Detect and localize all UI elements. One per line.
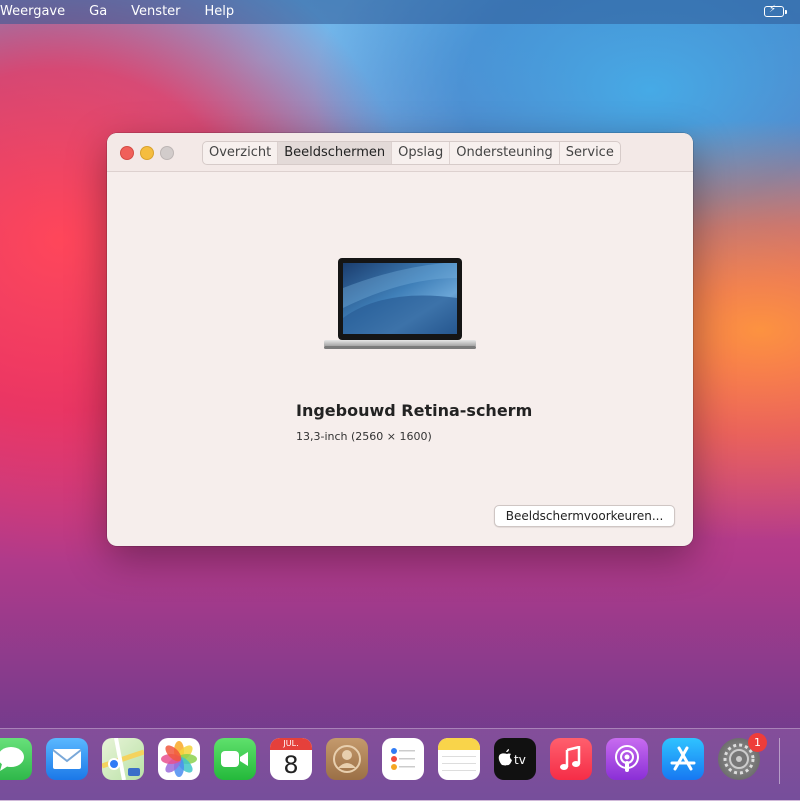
- photos-icon[interactable]: [158, 738, 200, 780]
- tab-bar: Overzicht Beeldschermen Opslag Ondersteu…: [202, 141, 621, 165]
- notes-icon[interactable]: [438, 738, 480, 780]
- facetime-icon[interactable]: [214, 738, 256, 780]
- minimize-button[interactable]: [140, 146, 154, 160]
- music-icon[interactable]: [550, 738, 592, 780]
- macbook-laptop-icon: [324, 258, 476, 349]
- contacts-icon[interactable]: [326, 738, 368, 780]
- dock-separator: [779, 738, 780, 784]
- menu-venster[interactable]: Venster: [131, 0, 190, 24]
- calendar-icon[interactable]: JUL. 8: [270, 738, 312, 780]
- menu-ga[interactable]: Ga: [89, 0, 117, 24]
- maps-icon[interactable]: [102, 738, 144, 780]
- display-name: Ingebouwd Retina-scherm: [296, 401, 533, 420]
- display-spec: 13,3-inch (2560 × 1600): [296, 430, 432, 443]
- mail-icon[interactable]: [46, 738, 88, 780]
- menu-weergave[interactable]: Weergave: [0, 0, 75, 24]
- tab-beeldschermen[interactable]: Beeldschermen: [278, 142, 393, 164]
- apple-tv-icon[interactable]: tv: [494, 738, 536, 780]
- reminders-icon[interactable]: [382, 738, 424, 780]
- tab-ondersteuning[interactable]: Ondersteuning: [450, 142, 560, 164]
- display-preferences-button[interactable]: Beeldschermvoorkeuren...: [494, 505, 675, 527]
- battery-charging-icon[interactable]: ⚡: [764, 4, 787, 17]
- tab-opslag[interactable]: Opslag: [392, 142, 451, 164]
- about-this-mac-window: Overzicht Beeldschermen Opslag Ondersteu…: [107, 133, 693, 546]
- window-titlebar: Overzicht Beeldschermen Opslag Ondersteu…: [107, 133, 693, 172]
- calendar-month-label: JUL.: [270, 738, 312, 750]
- notification-badge: 1: [748, 733, 767, 752]
- menu-help[interactable]: Help: [205, 0, 245, 24]
- app-store-icon[interactable]: [662, 738, 704, 780]
- podcasts-icon[interactable]: [606, 738, 648, 780]
- zoom-button-disabled: [160, 146, 174, 160]
- svg-text:tv: tv: [514, 753, 526, 767]
- tab-service[interactable]: Service: [560, 142, 620, 164]
- messages-icon[interactable]: [0, 738, 32, 780]
- close-button[interactable]: [120, 146, 134, 160]
- menu-bar: Weergave Ga Venster Help ⚡: [0, 0, 800, 24]
- calendar-day-label: 8: [283, 751, 299, 779]
- tab-overzicht[interactable]: Overzicht: [203, 142, 279, 164]
